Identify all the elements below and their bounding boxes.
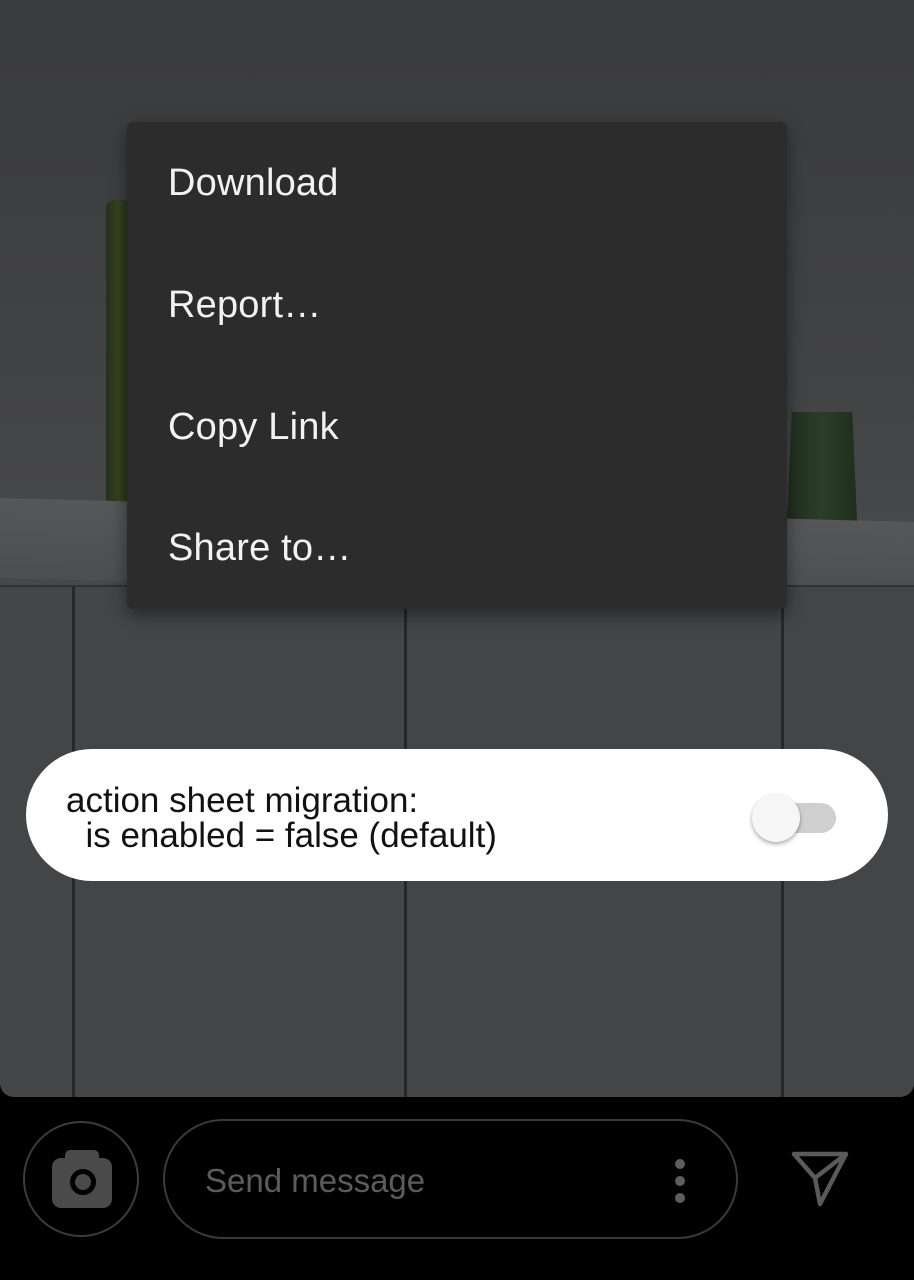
message-placeholder: Send message bbox=[205, 1162, 426, 1199]
toggle-knob bbox=[752, 794, 800, 842]
camera-button[interactable] bbox=[23, 1121, 139, 1237]
camera-lens-icon bbox=[70, 1169, 96, 1195]
menu-item-share-to[interactable]: Share to… bbox=[127, 487, 787, 609]
menu-item-label: Download bbox=[168, 161, 339, 204]
menu-item-label: Share to… bbox=[168, 526, 352, 569]
menu-item-copy-link[interactable]: Copy Link bbox=[127, 366, 787, 488]
menu-item-label: Report… bbox=[168, 283, 322, 326]
send-button[interactable] bbox=[788, 1148, 852, 1210]
action-sheet-migration-toggle[interactable] bbox=[748, 789, 842, 842]
more-vertical-icon[interactable] bbox=[670, 1159, 690, 1203]
story-viewer: Download Report… Copy Link Share to… act… bbox=[0, 0, 914, 1280]
menu-item-label: Copy Link bbox=[168, 405, 339, 448]
action-menu: Download Report… Copy Link Share to… bbox=[127, 122, 787, 609]
send-icon bbox=[791, 1151, 849, 1207]
debug-toggle-card: action sheet migration: is enabled = fal… bbox=[26, 749, 888, 881]
debug-toggle-label: action sheet migration: is enabled = fal… bbox=[66, 781, 497, 855]
menu-item-download[interactable]: Download bbox=[127, 122, 787, 244]
menu-item-report[interactable]: Report… bbox=[127, 244, 787, 366]
send-message-input[interactable]: Send message bbox=[163, 1119, 738, 1239]
